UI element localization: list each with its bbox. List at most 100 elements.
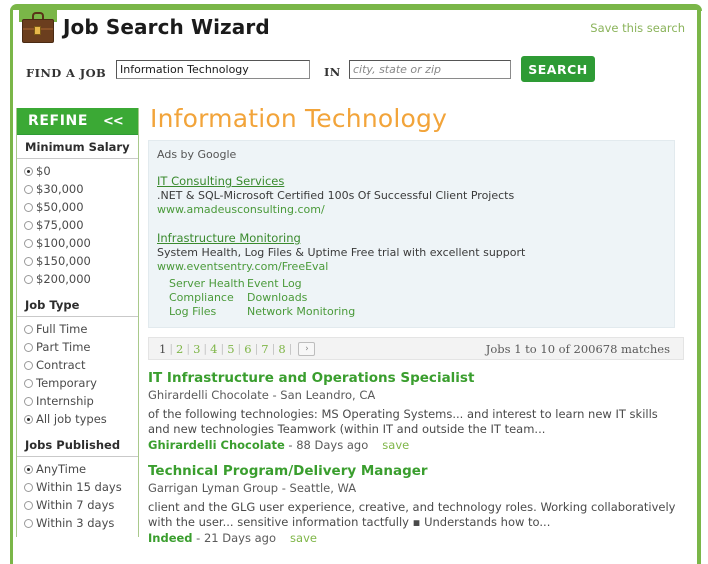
ad-sitelink[interactable]: Event Log xyxy=(247,277,302,291)
page-header: Job Search Wizard Save this search xyxy=(13,4,697,46)
ads-by-google-label: Ads by Google xyxy=(157,148,237,161)
page-title: Job Search Wizard xyxy=(63,15,270,39)
search-results-heading: Information Technology xyxy=(150,104,448,133)
save-job-link[interactable]: save xyxy=(382,438,409,452)
radio-button-icon[interactable] xyxy=(24,238,33,248)
facet-option[interactable]: Within 15 days xyxy=(17,478,138,496)
pagination-page-1: 1 xyxy=(159,341,167,356)
facet-option[interactable]: Part Time xyxy=(17,338,138,356)
facet-option-label: Contract xyxy=(36,358,86,372)
facet-option[interactable]: Temporary xyxy=(17,374,138,392)
facet-option-label: $100,000 xyxy=(36,236,91,250)
pagination-page-7[interactable]: 7 xyxy=(258,342,271,356)
in-label: IN xyxy=(324,65,341,79)
briefcase-icon xyxy=(19,4,57,46)
search-button[interactable]: SEARCH xyxy=(521,56,595,82)
facet-option-label: Within 7 days xyxy=(36,498,115,512)
ad-sitelink[interactable]: Network Monitoring xyxy=(247,305,355,319)
radio-button-icon[interactable] xyxy=(24,464,33,474)
radio-button-icon[interactable] xyxy=(24,184,33,194)
job-age: - 21 Days ago xyxy=(192,531,277,545)
radio-button-icon[interactable] xyxy=(24,342,33,352)
facet-option[interactable]: $75,000 xyxy=(17,216,138,234)
ad-sitelink[interactable]: Log Files xyxy=(169,305,247,319)
facet-option-label: All job types xyxy=(36,412,107,426)
radio-button-icon[interactable] xyxy=(24,518,33,528)
ad-sitelink[interactable]: Compliance xyxy=(169,291,247,305)
window-frame-right xyxy=(697,10,701,564)
facet-option[interactable]: $100,000 xyxy=(17,234,138,252)
facet-option-label: Part Time xyxy=(36,340,91,354)
ad-display-url[interactable]: www.eventsentry.com/FreeEval xyxy=(157,260,674,274)
job-source-link[interactable]: Indeed xyxy=(148,531,193,545)
facet-option-list: $0 $30,000 $50,000 $75,000 $100,000 $150,000 $… xyxy=(17,159,138,293)
job-snippet: of the following technologies: MS Operat… xyxy=(148,407,658,436)
radio-button-icon[interactable] xyxy=(24,500,33,510)
job-source-link[interactable]: Ghirardelli Chocolate xyxy=(148,438,285,452)
save-this-search-link[interactable]: Save this search xyxy=(590,21,685,35)
facet-option-label: $200,000 xyxy=(36,272,91,286)
pagination-page-3[interactable]: 3 xyxy=(190,342,203,356)
ad-title-link[interactable]: IT Consulting Services xyxy=(157,174,284,188)
ad-sitelink[interactable]: Server Health xyxy=(169,277,247,291)
facet-option-label: Within 15 days xyxy=(36,480,122,494)
radio-button-icon[interactable] xyxy=(24,378,33,388)
job-title-link[interactable]: IT Infrastructure and Operations Special… xyxy=(148,370,688,386)
radio-button-icon[interactable] xyxy=(24,274,33,284)
facet-option[interactable]: Full Time xyxy=(17,320,138,338)
find-a-job-label: FIND A JOB xyxy=(26,66,107,80)
pagination-page-8[interactable]: 8 xyxy=(275,342,288,356)
radio-button-icon[interactable] xyxy=(24,414,33,424)
radio-button-icon[interactable] xyxy=(24,324,33,334)
facet-option[interactable]: AnyTime xyxy=(17,460,138,478)
facet-option-label: $150,000 xyxy=(36,254,91,268)
refine-sidebar: REFINE << Minimum Salary $0 $30,000 $50,000… xyxy=(16,108,139,537)
location-input[interactable] xyxy=(349,60,511,79)
facet-option-label: $0 xyxy=(36,164,51,178)
facet-option[interactable]: Within 3 days xyxy=(17,514,138,532)
radio-button-icon[interactable] xyxy=(24,396,33,406)
pagination-page-6[interactable]: 6 xyxy=(241,342,254,356)
job-snippet: client and the GLG user experience, crea… xyxy=(148,500,676,529)
radio-button-icon[interactable] xyxy=(24,202,33,212)
refine-label: REFINE xyxy=(28,113,88,129)
pagination-page-4[interactable]: 4 xyxy=(207,342,220,356)
facet-option[interactable]: $30,000 xyxy=(17,180,138,198)
facet-option[interactable]: Within 7 days xyxy=(17,496,138,514)
radio-button-icon[interactable] xyxy=(24,482,33,492)
job-title-link[interactable]: Technical Program/Delivery Manager xyxy=(148,463,688,479)
facet-option-label: $75,000 xyxy=(36,218,84,232)
ad-display-url[interactable]: www.amadeusconsulting.com/ xyxy=(157,203,674,217)
facet-option[interactable]: All job types xyxy=(17,410,138,428)
facet-title: Jobs Published xyxy=(17,433,138,457)
refine-header[interactable]: REFINE << xyxy=(17,108,138,135)
ad-sitelink[interactable]: Downloads xyxy=(247,291,307,305)
job-result-item: Technical Program/Delivery Manager Garrig… xyxy=(148,463,688,545)
ad-description: System Health, Log Files & Uptime Free t… xyxy=(157,246,526,259)
facet-option[interactable]: $0 xyxy=(17,162,138,180)
facet-option[interactable]: Internship xyxy=(17,392,138,410)
facet-option[interactable]: $150,000 xyxy=(17,252,138,270)
pagination-page-5[interactable]: 5 xyxy=(224,342,237,356)
facet-option-label: $30,000 xyxy=(36,182,84,196)
radio-button-icon[interactable] xyxy=(24,256,33,266)
radio-button-icon[interactable] xyxy=(24,220,33,230)
chevron-left-double-icon[interactable]: << xyxy=(103,114,124,129)
facet-option[interactable]: Contract xyxy=(17,356,138,374)
ad-title-link[interactable]: Infrastructure Monitoring xyxy=(157,231,301,245)
pagination-page-2[interactable]: 2 xyxy=(173,342,186,356)
search-bar: FIND A JOB IN SEARCH xyxy=(13,54,697,94)
radio-button-icon[interactable] xyxy=(24,166,33,176)
chevron-right-icon[interactable]: › xyxy=(298,341,316,356)
keyword-input[interactable] xyxy=(116,60,310,79)
pagination-bar: 1 | 2 | 3 | 4 | 5 | 6 | 7 | 8 | › Jobs 1 to 10 of 20067… xyxy=(148,337,684,360)
pagination-separator: | xyxy=(288,342,293,355)
job-company-location: Garrigan Lyman Group - Seattle, WA xyxy=(148,481,357,495)
save-job-link[interactable]: save xyxy=(290,531,317,545)
facet-title: Job Type xyxy=(17,293,138,317)
facet-option[interactable]: $50,000 xyxy=(17,198,138,216)
radio-button-icon[interactable] xyxy=(24,360,33,370)
facet-option[interactable]: $200,000 xyxy=(17,270,138,288)
ad-unit: Infrastructure Monitoring System Health, … xyxy=(157,227,674,319)
ads-container: Ads by Google IT Consulting Services .NET… xyxy=(148,140,675,328)
